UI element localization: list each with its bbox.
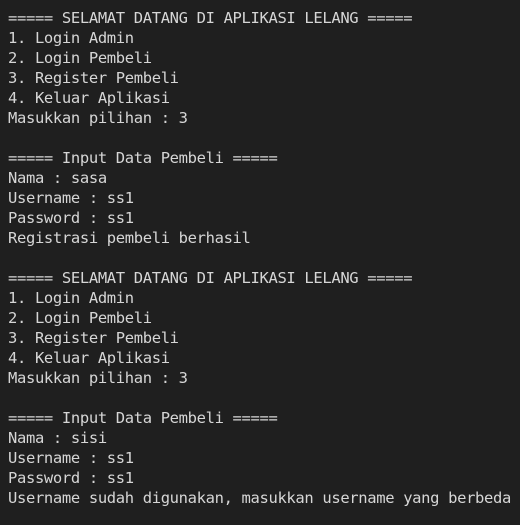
- menu-option-login-admin: 1. Login Admin: [8, 29, 134, 47]
- menu-header-line: ===== SELAMAT DATANG DI APLIKASI LELANG …: [8, 9, 413, 27]
- username-input-line: Username : ss1: [8, 449, 134, 467]
- menu-choice-prompt: Masukkan pilihan : 3: [8, 369, 188, 387]
- terminal-output: ===== SELAMAT DATANG DI APLIKASI LELANG …: [0, 0, 520, 525]
- registration-success-message: Registrasi pembeli berhasil: [8, 229, 251, 247]
- menu-option-login-pembeli: 2. Login Pembeli: [8, 49, 152, 67]
- menu-option-register-pembeli: 3. Register Pembeli: [8, 329, 179, 347]
- menu-choice-prompt: Masukkan pilihan : 3: [8, 109, 188, 127]
- menu-option-login-admin: 1. Login Admin: [8, 289, 134, 307]
- password-input-line: Password : ss1: [8, 469, 134, 487]
- menu-option-keluar: 4. Keluar Aplikasi: [8, 89, 170, 107]
- menu-option-login-pembeli: 2. Login Pembeli: [8, 309, 152, 327]
- menu-option-register-pembeli: 3. Register Pembeli: [8, 69, 179, 87]
- password-input-line: Password : ss1: [8, 209, 134, 227]
- username-taken-error-message: Username sudah digunakan, masukkan usern…: [8, 489, 511, 507]
- menu-option-keluar: 4. Keluar Aplikasi: [8, 349, 170, 367]
- input-header-line: ===== Input Data Pembeli =====: [8, 409, 278, 427]
- username-input-line: Username : ss1: [8, 189, 134, 207]
- input-header-line: ===== Input Data Pembeli =====: [8, 149, 278, 167]
- menu-header-line: ===== SELAMAT DATANG DI APLIKASI LELANG …: [8, 269, 413, 287]
- nama-input-line: Nama : sisi: [8, 429, 107, 447]
- nama-input-line: Nama : sasa: [8, 169, 107, 187]
